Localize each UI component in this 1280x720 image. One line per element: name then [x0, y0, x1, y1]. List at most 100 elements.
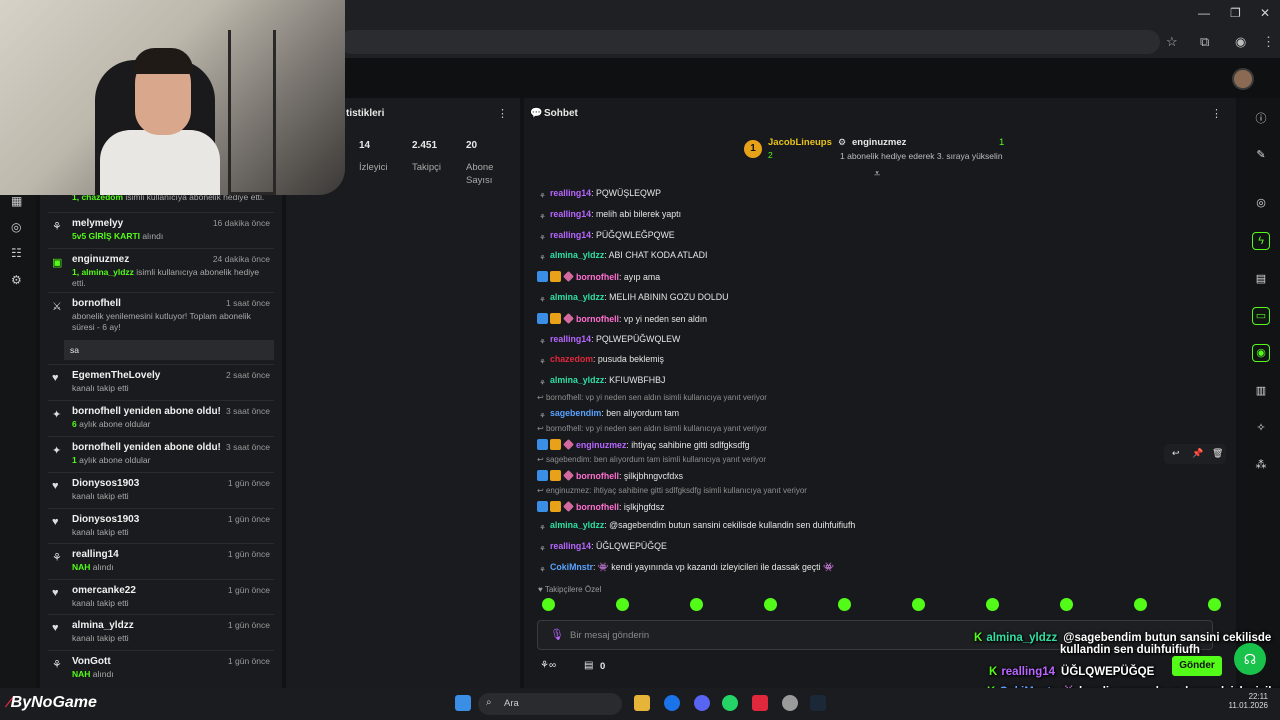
camera-icon[interactable]: ◎ [1252, 196, 1270, 209]
chat-username[interactable]: realling14 [550, 188, 591, 198]
extensions-icon[interactable]: ⧉ [1200, 34, 1209, 50]
chat-message[interactable]: bornofhell: ayıp ama [537, 271, 660, 283]
minimize-icon[interactable]: — [1198, 6, 1210, 20]
info-icon[interactable]: ⓘ [1252, 110, 1270, 126]
chrome-icon[interactable] [664, 695, 680, 711]
collapse-icon[interactable]: ⩡ [874, 168, 880, 181]
chat-message[interactable]: enginuzmez: ihtiyaç sahibine gitti sdlfg… [537, 439, 750, 450]
menu-icon[interactable]: ⋮ [1262, 34, 1275, 50]
chat-username[interactable]: almina_yldzz [550, 292, 604, 302]
more-icon[interactable]: ⋮ [1211, 107, 1222, 120]
chat-message[interactable]: ⚘ almina_yldzz: @sagebendim butun sansini… [537, 520, 855, 534]
chat-message[interactable]: ⚘ realling14: PQLWEPÜĞWQLEW [537, 334, 680, 348]
camera-icon[interactable]: ◎ [11, 220, 21, 234]
whatsapp-icon[interactable] [722, 695, 738, 711]
steam-icon[interactable] [810, 695, 826, 711]
chat-username[interactable]: enginuzmez [576, 440, 626, 450]
chat-message[interactable]: ⚘ sagebendim: ben alıyordum tam [537, 408, 679, 422]
emote-icon[interactable] [542, 598, 555, 611]
chat-icon: 💬 [530, 108, 543, 119]
app-icon[interactable] [752, 695, 768, 711]
chat-username[interactable]: sagebendim [550, 408, 601, 418]
address-bar[interactable] [340, 30, 1160, 54]
emote-icon[interactable] [912, 598, 925, 611]
chat-message[interactable]: ⚘ almina_yldzz: KFIUWBFHBJ [537, 375, 665, 389]
divider [48, 436, 274, 437]
taskbar-search[interactable]: ⌕ Ara [478, 693, 622, 715]
support-icon[interactable]: ☊ [1234, 643, 1266, 675]
chat-message[interactable]: ⚘ chazedom: pusuda beklemiş [537, 354, 664, 368]
dashboard-icon[interactable]: ▦ [11, 194, 22, 208]
pin-icon[interactable]: 📌 [1192, 448, 1203, 459]
more-icon[interactable]: ⋮ [497, 107, 508, 120]
chat-username[interactable]: almina_yldzz [550, 520, 604, 530]
bolt-icon[interactable]: ϟ [1252, 232, 1270, 250]
activity-name: VonGott [72, 656, 111, 667]
mic-icon[interactable]: 🎙 [550, 628, 564, 641]
chat-username[interactable]: realling14 [550, 541, 591, 551]
nodes-icon[interactable]: ⁂ [1252, 458, 1270, 471]
chat-username[interactable]: CokiMnstr [550, 562, 593, 572]
wrench-icon[interactable]: ✧ [1252, 421, 1270, 434]
send-button[interactable]: Gönder [1172, 656, 1222, 676]
reply-icon[interactable]: ↩ [1172, 448, 1180, 459]
chat-username[interactable]: realling14 [550, 230, 591, 240]
crown-badge-icon [550, 470, 561, 481]
chat-message[interactable]: ⚘ almina_yldzz: ABI CHAT KODA ATLADI [537, 250, 707, 264]
chat-text: : melih abi bilerek yaptı [591, 208, 682, 219]
chat-message[interactable]: ⚘ almina_yldzz: MELIH ABININ GOZU DOLDU [537, 292, 728, 306]
chat-username[interactable]: bornofhell [576, 471, 619, 481]
obs-icon[interactable] [782, 695, 798, 711]
emote-icon[interactable] [986, 598, 999, 611]
search-icon: ⌕ [486, 697, 492, 708]
broadcast-icon[interactable]: ◉ [1252, 344, 1270, 362]
discord-icon[interactable] [694, 695, 710, 711]
chat-message[interactable]: ⚘ realling14: PQWÜŞLEQWP [537, 188, 661, 202]
brand-text: ByNoGame [10, 694, 97, 711]
chat-username[interactable]: realling14 [550, 334, 591, 344]
chat-text: : @sagebendim butun sansini cekilisde ku… [604, 520, 856, 530]
folder-icon[interactable] [634, 695, 650, 711]
profile-icon[interactable]: ◉ [1235, 34, 1246, 50]
chat-username[interactable]: bornofhell [576, 314, 619, 324]
chat-message[interactable]: ⚘ CokiMnstr: 👾 kendi yayınında vp kazandı… [537, 562, 834, 576]
chat-message[interactable]: ⚘ realling14: melih abi bilerek yaptı [537, 209, 681, 223]
activity-highlight: 5v5 GİRİŞ KARTI [72, 231, 141, 241]
leader-name[interactable]: JacobLineups [768, 137, 832, 148]
emote-icon[interactable] [616, 598, 629, 611]
windows-start-icon[interactable] [455, 695, 471, 711]
emote-icon[interactable] [1208, 598, 1221, 611]
trash-icon[interactable]: 🗑 [1212, 448, 1223, 459]
gear-icon[interactable]: ⚙ [11, 273, 22, 287]
emote-icon[interactable] [838, 598, 851, 611]
chat-username[interactable]: almina_yldzz [550, 375, 604, 385]
divider [48, 248, 274, 249]
activity-detail: kanalı takip etti [72, 598, 272, 609]
chat-message[interactable]: ⚘ realling14: PÜĞQWLEĞPQWE [537, 230, 674, 244]
chat-message[interactable]: bornofhell: şilkjbhngvcfdxs [537, 470, 683, 481]
emote-icon[interactable] [1060, 598, 1073, 611]
chat-icon[interactable]: ▭ [1252, 307, 1270, 325]
chat-username[interactable]: chazedom [550, 354, 593, 364]
store-icon[interactable]: ▤ [584, 660, 593, 671]
chat-message[interactable]: ⚘ realling14: ÜĞLQWEPÜĞQE [537, 541, 666, 555]
chat-username[interactable]: almina_yldzz [550, 250, 604, 260]
emoji-infinity-icon[interactable]: ⚘∞ [540, 660, 556, 671]
users-icon[interactable]: ☷ [11, 246, 22, 260]
close-icon[interactable]: ✕ [1260, 6, 1270, 20]
emote-icon[interactable] [764, 598, 777, 611]
maximize-icon[interactable]: ❐ [1230, 6, 1241, 20]
pen-icon[interactable]: ✎ [1252, 148, 1270, 161]
emote-icon[interactable] [1134, 598, 1147, 611]
chat-username[interactable]: realling14 [550, 209, 591, 219]
chat-message[interactable]: bornofhell: vp yi neden sen aldın [537, 312, 707, 324]
emote-icon[interactable] [690, 598, 703, 611]
layout-icon[interactable]: ▥ [1252, 384, 1270, 397]
gifter-name[interactable]: enginuzmez [852, 137, 906, 148]
star-icon[interactable]: ☆ [1166, 34, 1178, 50]
chat-message[interactable]: bornofhell: işlkjhgfdsz [537, 501, 664, 512]
doc-icon[interactable]: ▤ [1252, 272, 1270, 285]
avatar[interactable] [1232, 68, 1254, 90]
chat-username[interactable]: bornofhell [576, 272, 619, 282]
chat-username[interactable]: bornofhell [576, 502, 619, 512]
